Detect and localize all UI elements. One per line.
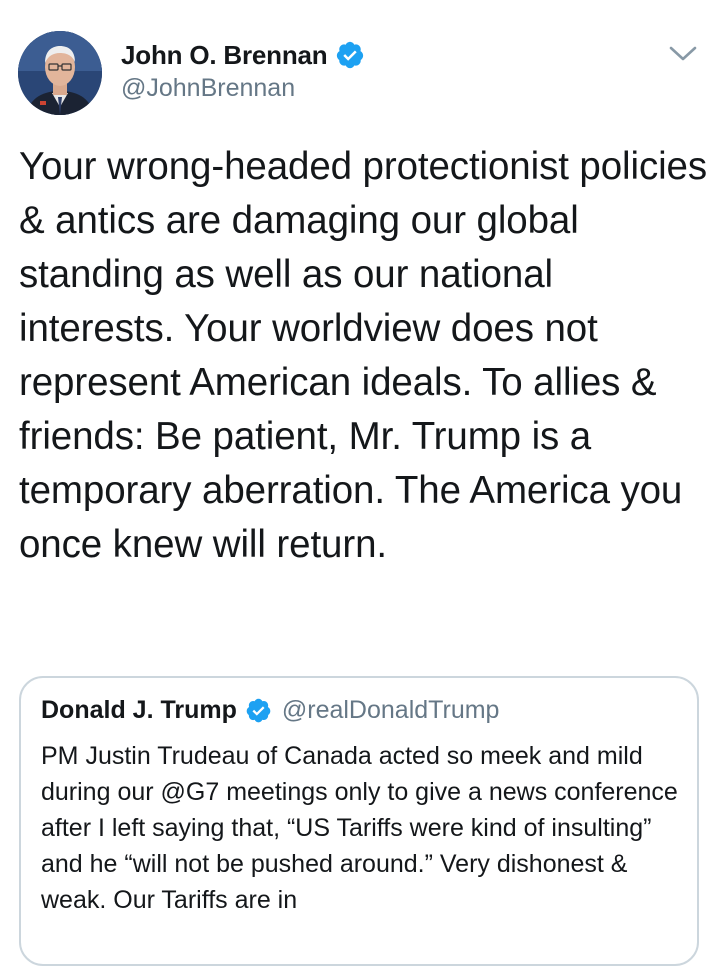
- author-handle[interactable]: @JohnBrennan: [121, 74, 365, 103]
- verified-badge-icon: [245, 697, 272, 724]
- verified-badge-icon: [335, 40, 365, 70]
- author-info: John O. Brennan @JohnBrennan: [121, 38, 365, 103]
- author-avatar[interactable]: [18, 31, 102, 115]
- chevron-down-icon[interactable]: [668, 44, 698, 64]
- author-name[interactable]: John O. Brennan: [121, 40, 328, 71]
- avatar-image: [18, 31, 102, 115]
- quoted-author-name: Donald J. Trump: [41, 696, 237, 724]
- author-name-row: John O. Brennan: [121, 38, 365, 72]
- quoted-tweet-text: PM Justin Trudeau of Canada acted so mee…: [41, 742, 678, 914]
- quoted-tweet-header: Donald J. Trump @realDonaldTrump: [41, 696, 499, 725]
- quoted-author-handle: @realDonaldTrump: [281, 696, 500, 724]
- tweet: John O. Brennan @JohnBrennan Your wrong-…: [0, 0, 720, 966]
- tweet-text: Your wrong-headed protectionist policies…: [19, 145, 708, 566]
- quoted-tweet[interactable]: Donald J. Trump @realDonaldTrump PM Just…: [19, 676, 699, 966]
